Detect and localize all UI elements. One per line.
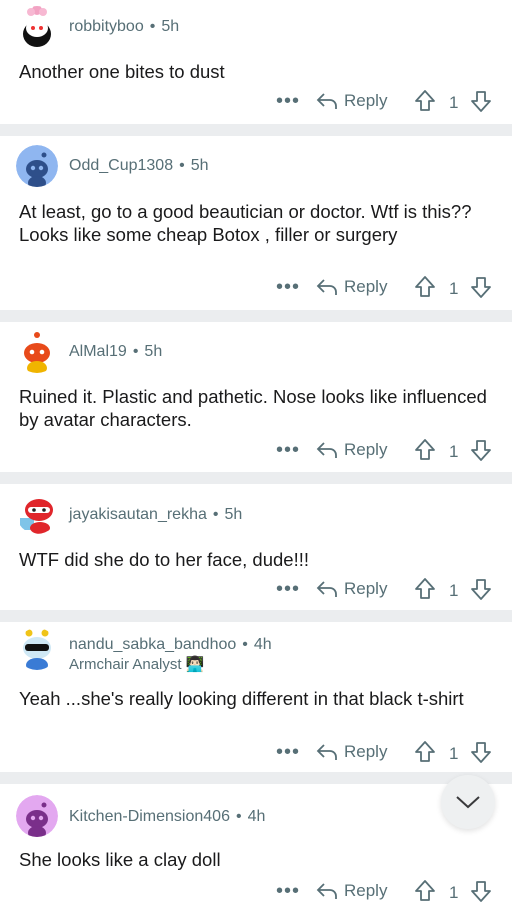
vote-count: 1: [449, 883, 459, 902]
avatar[interactable]: [16, 145, 58, 187]
reply-label: Reply: [344, 91, 388, 110]
comment-text: She looks like a clay doll: [19, 849, 221, 870]
timestamp: 5h: [161, 18, 180, 35]
upvote-icon[interactable]: [414, 577, 436, 601]
upvote-icon[interactable]: [414, 275, 436, 299]
vote-count: 1: [449, 442, 459, 461]
comment: nandu_sabka_bandhoo • 4h Armchair Analyst …: [0, 622, 512, 772]
comment-text: Another one bites to dust: [19, 61, 225, 82]
user-flair: Armchair Analyst 👨🏻‍💻: [69, 656, 205, 673]
downvote-icon[interactable]: [470, 89, 492, 113]
timestamp: 5h: [144, 343, 163, 360]
reply-label: Reply: [344, 881, 388, 900]
comment-separator: [0, 772, 512, 784]
comment-actions: ••• Reply 1: [0, 740, 512, 768]
upvote-icon[interactable]: [414, 89, 436, 113]
reply-button[interactable]: Reply: [316, 440, 387, 460]
comment-actions: ••• Reply 1: [0, 577, 512, 605]
comment-text: Yeah ...she's really looking different i…: [19, 688, 464, 709]
reply-icon: [316, 883, 337, 899]
vote-count: 1: [449, 744, 459, 763]
reply-label: Reply: [344, 579, 388, 598]
comment-meta: Odd_Cup1308 • 5h: [69, 157, 209, 174]
username[interactable]: Odd_Cup1308: [69, 157, 173, 174]
comment-separator: [0, 310, 512, 322]
comment: jayakisautan_rekha • 5h WTF did she do to …: [0, 484, 512, 610]
vote-count: 1: [449, 581, 459, 600]
reply-icon: [316, 744, 337, 760]
comment-separator: [0, 610, 512, 622]
reply-label: Reply: [344, 277, 388, 296]
comment-meta: jayakisautan_rekha • 5h: [69, 506, 243, 523]
username[interactable]: AlMal19: [69, 343, 127, 360]
vote-count: 1: [449, 279, 459, 298]
scroll-down-button[interactable]: [441, 775, 495, 829]
reply-icon: [316, 581, 337, 597]
reply-icon: [316, 442, 337, 458]
comment-text: WTF did she do to her face, dude!!!: [19, 549, 309, 570]
username[interactable]: jayakisautan_rekha: [69, 506, 207, 523]
more-options-icon[interactable]: •••: [276, 881, 300, 901]
avatar[interactable]: [16, 628, 58, 670]
reply-label: Reply: [344, 742, 388, 761]
comment-actions: ••• Reply 1: [0, 89, 512, 117]
comment-separator: [0, 124, 512, 136]
downvote-icon[interactable]: [470, 577, 492, 601]
reply-button[interactable]: Reply: [316, 277, 387, 297]
timestamp: 4h: [253, 636, 272, 653]
upvote-icon[interactable]: [414, 438, 436, 462]
comment: robbityboo • 5h Another one bites to dust …: [0, 0, 512, 124]
comment: Kitchen-Dimension406 • 4h She looks like a…: [0, 784, 512, 902]
upvote-icon[interactable]: [414, 740, 436, 764]
more-options-icon[interactable]: •••: [276, 440, 300, 460]
reply-icon: [316, 279, 337, 295]
comment-meta: robbityboo • 5h: [69, 18, 180, 35]
comment-actions: ••• Reply 1: [0, 438, 512, 466]
comment: Odd_Cup1308 • 5h At least, go to a good be…: [0, 136, 512, 310]
more-options-icon[interactable]: •••: [276, 579, 300, 599]
more-options-icon[interactable]: •••: [276, 742, 300, 762]
timestamp: 5h: [190, 157, 209, 174]
chevron-down-icon: [456, 796, 480, 809]
comment-meta: nandu_sabka_bandhoo • 4h: [69, 636, 272, 653]
downvote-icon[interactable]: [470, 275, 492, 299]
timestamp: 5h: [224, 506, 243, 523]
comment-meta: AlMal19 • 5h: [69, 343, 163, 360]
downvote-icon[interactable]: [470, 740, 492, 764]
reply-button[interactable]: Reply: [316, 881, 387, 901]
avatar[interactable]: [16, 331, 58, 373]
comment-separator: [0, 472, 512, 484]
reply-button[interactable]: Reply: [316, 579, 387, 599]
comment: AlMal19 • 5h Ruined it. Plastic and pathet…: [0, 322, 512, 472]
downvote-icon[interactable]: [470, 438, 492, 462]
reply-button[interactable]: Reply: [316, 742, 387, 762]
comment-text: Ruined it. Plastic and pathetic. Nose lo…: [19, 386, 487, 430]
downvote-icon[interactable]: [470, 879, 492, 903]
avatar[interactable]: [16, 795, 58, 837]
avatar[interactable]: [16, 6, 58, 48]
avatar[interactable]: [16, 492, 58, 534]
timestamp: 4h: [247, 808, 266, 825]
reply-label: Reply: [344, 440, 388, 459]
vote-count: 1: [449, 93, 459, 112]
more-options-icon[interactable]: •••: [276, 91, 300, 111]
comment-text: At least, go to a good beautician or doc…: [19, 201, 472, 245]
username[interactable]: robbityboo: [69, 18, 144, 35]
comment-actions: ••• Reply 1: [0, 275, 512, 303]
reply-icon: [316, 93, 337, 109]
comment-meta: Kitchen-Dimension406 • 4h: [69, 808, 266, 825]
more-options-icon[interactable]: •••: [276, 277, 300, 297]
username[interactable]: nandu_sabka_bandhoo: [69, 636, 236, 653]
upvote-icon[interactable]: [414, 879, 436, 903]
reply-button[interactable]: Reply: [316, 91, 387, 111]
username[interactable]: Kitchen-Dimension406: [69, 808, 230, 825]
comment-actions: ••• Reply 1: [0, 879, 512, 907]
